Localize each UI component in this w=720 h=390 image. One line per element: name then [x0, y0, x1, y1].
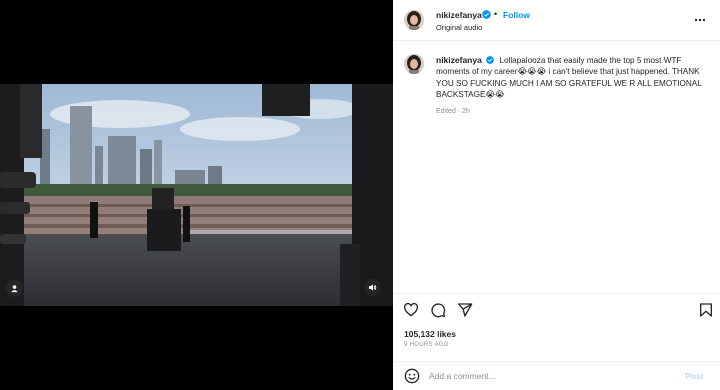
- profile-photo: [404, 54, 424, 74]
- media-panel: [0, 0, 393, 390]
- like-count[interactable]: 105,132 likes: [404, 329, 456, 339]
- dot-separator: •: [494, 9, 498, 19]
- concert-video-frame: [0, 84, 393, 306]
- more-options-icon[interactable]: [693, 14, 707, 26]
- paper-plane-icon: [458, 303, 473, 317]
- post-timestamp[interactable]: 9 HOURS AGO: [404, 342, 449, 348]
- save-button[interactable]: [698, 302, 714, 318]
- heart-icon: [403, 302, 419, 317]
- caption-text: nikizefanya Lollapalooza that easily mad…: [436, 55, 708, 101]
- video-player[interactable]: [0, 84, 393, 306]
- action-bar: 105,132 likes 9 HOURS AGO: [393, 293, 720, 353]
- comment-button[interactable]: [430, 302, 446, 318]
- comment-input[interactable]: [429, 368, 669, 384]
- caption-username[interactable]: nikizefanya: [436, 55, 482, 65]
- author-username[interactable]: nikizefanya: [436, 10, 482, 20]
- verified-badge-icon: [486, 56, 494, 64]
- comment-bubble-icon: [431, 303, 446, 318]
- avatar[interactable]: [404, 54, 424, 74]
- verified-badge-icon: [482, 10, 491, 19]
- speaker-icon: [368, 284, 377, 291]
- sound-toggle-button[interactable]: [364, 279, 381, 296]
- user-tag-button[interactable]: [6, 280, 23, 297]
- caption-section: nikizefanya Lollapalooza that easily mad…: [393, 41, 720, 293]
- follow-button[interactable]: Follow: [503, 10, 530, 20]
- avatar[interactable]: [404, 10, 424, 30]
- user-tag-icon: [11, 285, 18, 293]
- bookmark-icon: [700, 303, 712, 317]
- edited-timestamp: Edited · 2h: [436, 108, 470, 115]
- smiley-icon[interactable]: [404, 368, 420, 384]
- share-button[interactable]: [457, 302, 473, 318]
- instagram-post: nikizefanya • Follow Original audio niki…: [0, 0, 720, 390]
- post-side-panel: nikizefanya • Follow Original audio niki…: [393, 0, 720, 390]
- audio-label[interactable]: Original audio: [436, 23, 482, 32]
- like-button[interactable]: [403, 302, 419, 318]
- comment-composer: Post: [393, 361, 720, 390]
- post-header: nikizefanya • Follow Original audio: [393, 0, 720, 41]
- post-comment-button[interactable]: Post: [685, 371, 703, 381]
- profile-photo: [404, 10, 424, 30]
